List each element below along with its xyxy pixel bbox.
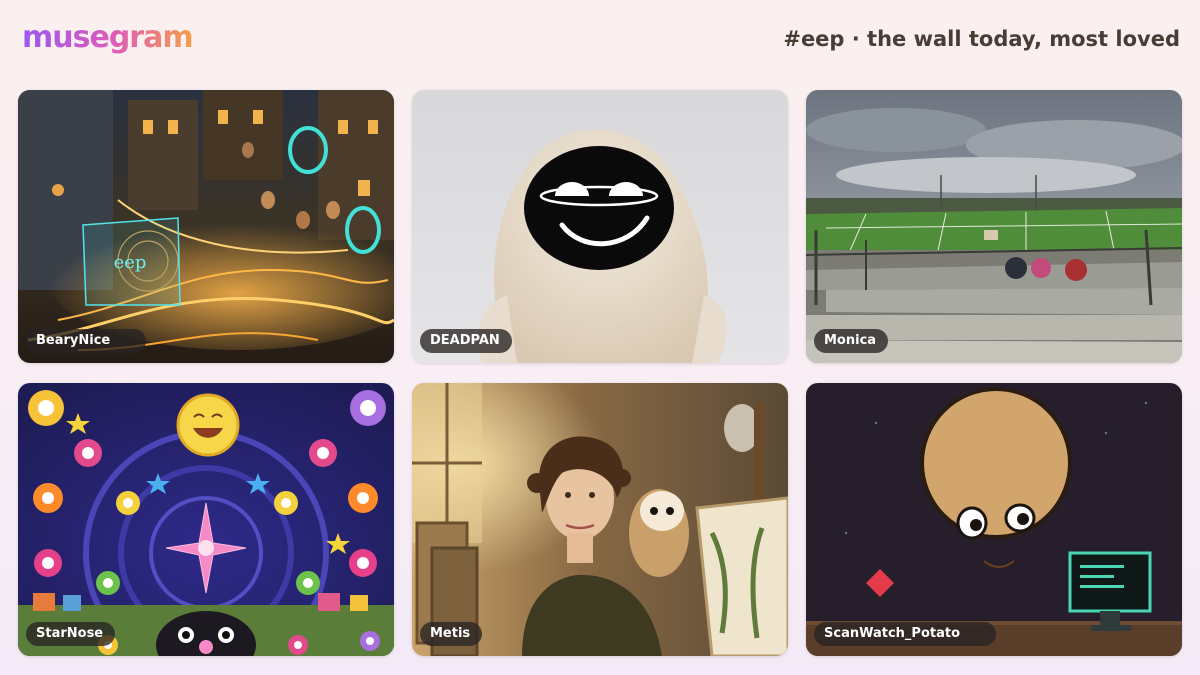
post-image [412,383,788,656]
author-handle[interactable]: StarNose [26,622,116,646]
author-handle[interactable]: DEADPAN [420,329,512,353]
post-card-metis[interactable]: Metis [412,383,788,656]
author-handle[interactable]: BearyNice [26,329,147,353]
post-card-starnose[interactable]: StarNose [18,383,394,656]
post-card-scanwatch-potato[interactable]: ScanWatch_Potato [806,383,1182,656]
post-image [412,90,788,363]
wall-tagline: #eep · the wall today, most loved [783,27,1180,51]
post-card-deadpan[interactable]: DEADPAN [412,90,788,363]
author-handle[interactable]: ScanWatch_Potato [814,622,997,646]
post-image [806,383,1182,656]
post-card-monica[interactable]: Monica [806,90,1182,363]
post-card-beary-nice[interactable]: eep BearyNice [18,90,394,363]
post-grid: eep BearyNice DEADPAN Monica StarNose Me… [18,90,1182,656]
musegram-logo[interactable]: musegram [22,20,194,55]
post-image [18,383,394,656]
author-handle[interactable]: Monica [814,329,889,353]
author-handle[interactable]: Metis [420,622,483,646]
post-image: eep [18,90,394,363]
post-image [806,90,1182,363]
eep-glyph-text: eep [114,252,147,273]
